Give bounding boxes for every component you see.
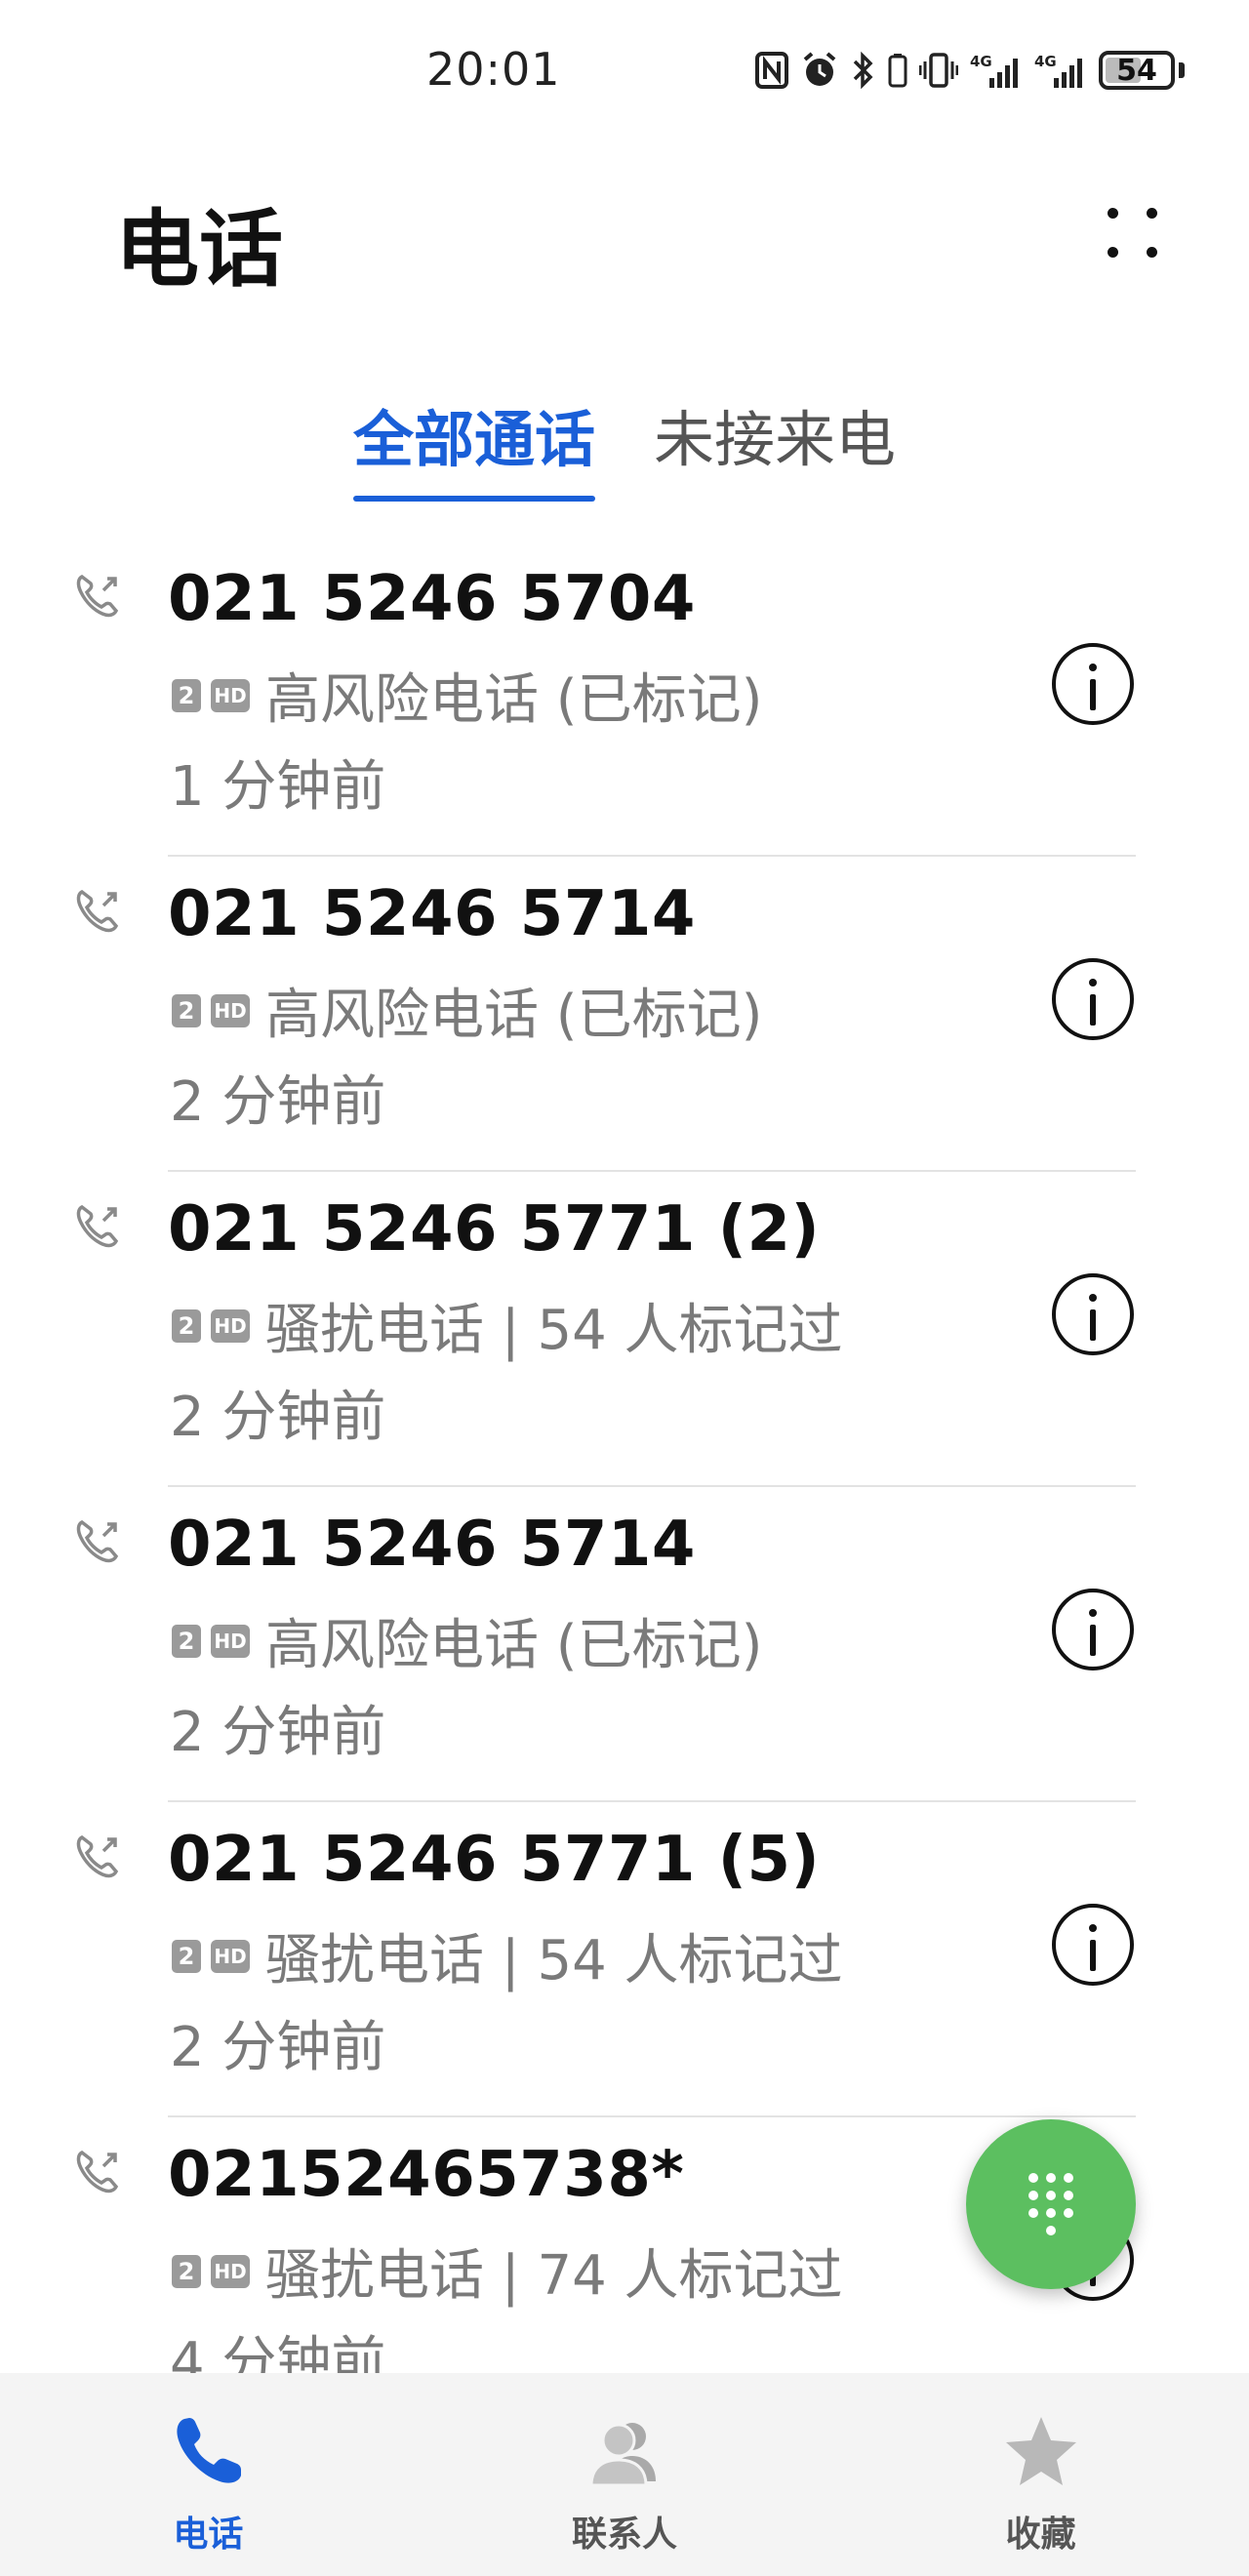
caller-tag: 高风险电话 (已标记) xyxy=(265,1614,763,1677)
call-log-row[interactable]: 021 5246 5714 2 HD 高风险电话 (已标记) 2 分钟前 xyxy=(0,857,1249,1172)
call-info-button[interactable] xyxy=(1052,643,1134,725)
status-icons: 4G 4G 54 xyxy=(755,51,1185,90)
sim-badge: 2 xyxy=(172,2254,201,2288)
contacts-icon xyxy=(581,2408,668,2496)
star-icon xyxy=(997,2408,1085,2496)
caller-number: 021 5246 5771 (5) xyxy=(168,1824,821,1896)
outgoing-call-icon xyxy=(72,1201,123,1252)
svg-text:4G: 4G xyxy=(970,53,992,70)
nav-favorites[interactable]: 收藏 xyxy=(832,2373,1249,2576)
hd-badge: HD xyxy=(211,2254,250,2288)
call-info-button[interactable] xyxy=(1052,1273,1134,1355)
call-log-row[interactable]: 021 5246 5771 (2) 2 HD 骚扰电话 | 54 人标记过 2 … xyxy=(0,1172,1249,1487)
signal-4g-icon: 4G xyxy=(1034,51,1087,90)
sim-badge: 2 xyxy=(172,678,201,712)
hd-badge: HD xyxy=(211,1624,250,1658)
sim-badge: 2 xyxy=(172,1624,201,1658)
call-log-row[interactable]: 021 5246 5714 2 HD 高风险电话 (已标记) 2 分钟前 xyxy=(0,1487,1249,1802)
page-title: 电话 xyxy=(115,201,283,299)
vibrate-icon xyxy=(919,52,958,89)
call-time: 2 分钟前 xyxy=(170,1386,386,1449)
call-log-row[interactable]: 021 5246 5704 2 HD 高风险电话 (已标记) 1 分钟前 xyxy=(0,542,1249,857)
status-bar: 20:01 4G 4G 54 xyxy=(0,0,1249,146)
alarm-icon xyxy=(800,51,839,90)
call-meta: 2 HD 高风险电话 (已标记) xyxy=(172,1601,763,1680)
call-tabs: 全部通话 未接来电 xyxy=(0,390,1249,502)
call-info-button[interactable] xyxy=(1052,958,1134,1040)
hd-badge: HD xyxy=(211,678,250,712)
call-time: 1 分钟前 xyxy=(170,755,386,819)
bottom-navigation: 电话 联系人 收藏 xyxy=(0,2373,1249,2576)
call-meta: 2 HD 骚扰电话 | 54 人标记过 xyxy=(172,1916,843,1995)
call-meta: 2 HD 高风险电话 (已标记) xyxy=(172,971,763,1050)
call-meta: 2 HD 骚扰电话 | 74 人标记过 xyxy=(172,2232,843,2311)
sim-badge: 2 xyxy=(172,1308,201,1343)
phone-icon xyxy=(164,2408,252,2496)
call-time: 2 分钟前 xyxy=(170,1701,386,1764)
call-time: 2 分钟前 xyxy=(170,1070,386,1134)
svg-text:4G: 4G xyxy=(1034,53,1057,70)
phone-app-screen: 20:01 4G 4G 54 电话 全部通话 未接来电 021 5246 570… xyxy=(0,0,1249,2576)
dialpad-button[interactable] xyxy=(966,2119,1136,2289)
call-info-button[interactable] xyxy=(1052,1589,1134,1670)
hd-badge: HD xyxy=(211,1939,250,1973)
nav-phone[interactable]: 电话 xyxy=(0,2373,417,2576)
nav-label: 收藏 xyxy=(1005,2515,1076,2555)
hd-badge: HD xyxy=(211,1308,250,1343)
call-meta: 2 HD 高风险电话 (已标记) xyxy=(172,656,763,735)
status-time: 20:01 xyxy=(426,43,561,96)
outgoing-call-icon xyxy=(72,571,123,622)
dialpad-icon xyxy=(1028,2173,1073,2235)
call-time: 2 分钟前 xyxy=(170,2016,386,2079)
caller-number: 021 5246 5714 xyxy=(168,878,696,950)
call-meta: 2 HD 骚扰电话 | 54 人标记过 xyxy=(172,1286,843,1365)
caller-number: 021 5246 5771 (2) xyxy=(168,1193,821,1266)
caller-tag: 高风险电话 (已标记) xyxy=(265,984,763,1047)
nfc-icon xyxy=(755,52,788,89)
caller-tag: 骚扰电话 | 54 人标记过 xyxy=(265,1299,843,1362)
tab-missed-calls[interactable]: 未接来电 xyxy=(654,390,896,502)
nav-contacts[interactable]: 联系人 xyxy=(417,2373,833,2576)
tab-all-calls[interactable]: 全部通话 xyxy=(352,390,596,502)
outgoing-call-icon xyxy=(72,1831,123,1882)
call-log-row[interactable]: 021 5246 5771 (5) 2 HD 骚扰电话 | 54 人标记过 2 … xyxy=(0,1802,1249,2117)
battery-icon: 54 xyxy=(1099,51,1175,90)
call-info-button[interactable] xyxy=(1052,1904,1134,1986)
signal-4g-icon: 4G xyxy=(970,51,1023,90)
caller-tag: 骚扰电话 | 54 人标记过 xyxy=(265,1929,843,1992)
outgoing-call-icon xyxy=(72,1516,123,1567)
caller-number: 021 5246 5704 xyxy=(168,563,696,635)
caller-tag: 骚扰电话 | 74 人标记过 xyxy=(265,2244,843,2308)
caller-number: 021 5246 5714 xyxy=(168,1509,696,1581)
hd-badge: HD xyxy=(211,993,250,1027)
outgoing-call-icon xyxy=(72,886,123,937)
outgoing-call-icon xyxy=(72,2147,123,2197)
caller-number: 02152465738* xyxy=(168,2139,685,2211)
bluetooth-icon xyxy=(851,51,876,90)
battery-percent: 54 xyxy=(1116,53,1157,88)
more-options-button[interactable] xyxy=(1093,193,1171,271)
sim-badge: 2 xyxy=(172,1939,201,1973)
caller-tag: 高风险电话 (已标记) xyxy=(265,668,763,732)
sim-badge: 2 xyxy=(172,993,201,1027)
nav-label: 联系人 xyxy=(572,2515,678,2555)
battery-small-icon xyxy=(888,53,907,88)
nav-label: 电话 xyxy=(173,2515,244,2555)
